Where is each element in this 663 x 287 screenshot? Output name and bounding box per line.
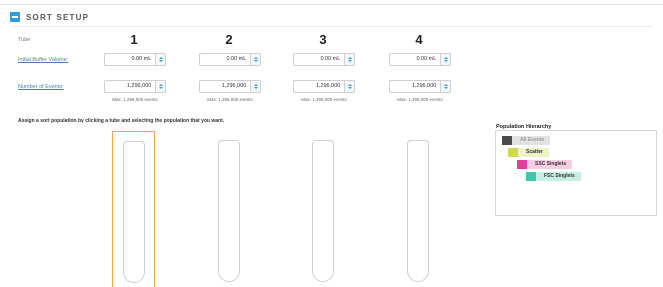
tube-number-3: 3 [319,32,327,47]
tube-icon[interactable] [218,140,240,282]
tube-number-1: 1 [130,32,138,47]
buffer-volume-input-4[interactable]: 0.00 mL [389,53,441,66]
population-swatch-icon [508,148,518,157]
stepper-arrows-icon[interactable] [344,80,355,93]
collapse-icon[interactable] [10,12,20,22]
population-label: All Events [512,136,551,145]
buffer-volume-input-3[interactable]: 0.00 mL [293,53,345,66]
top-divider [0,4,663,5]
population-label: Scatter [518,148,549,157]
buffer-volume-stepper-3[interactable]: 0.00 mL [293,53,355,66]
max-events-note-1: Max: 1,296,000 events [112,97,158,102]
tube-2[interactable] [208,131,251,287]
stepper-arrows-icon[interactable] [155,53,166,66]
events-input-2[interactable]: 1,296,000 [199,80,251,93]
stepper-arrows-icon[interactable] [250,80,261,93]
tube-row-label: Tube [18,37,31,43]
stepper-arrows-icon[interactable] [344,53,355,66]
events-stepper-4[interactable]: 1,296,000 [389,80,451,93]
buffer-volume-stepper-1[interactable]: 0.00 mL [104,53,166,66]
header-divider [10,26,653,27]
stepper-arrows-icon[interactable] [250,53,261,66]
sort-instruction: Assign a sort population by clicking a t… [18,118,225,124]
population-hierarchy-panel: All Events Scatter SSC Singlets FSC Sing… [495,130,657,216]
tube-icon[interactable] [407,140,429,282]
events-input-4[interactable]: 1,296,000 [389,80,441,93]
population-label: FSC Singlets [536,172,581,181]
population-ssc-singlets[interactable]: SSC Singlets [517,160,573,169]
max-events-note-3: Max: 1,296,000 events [301,97,347,102]
tube-icon[interactable] [123,141,145,283]
sort-setup-header[interactable]: SORT SETUP [10,12,89,22]
max-events-note-2: Max: 1,296,000 events [207,97,253,102]
tube-3[interactable] [302,131,345,287]
tube-1[interactable] [112,131,155,287]
tube-number-2: 2 [225,32,233,47]
max-events-note-4: Max: 1,296,000 events [397,97,443,102]
number-of-events-label[interactable]: Number of Events: [18,84,64,90]
events-input-1[interactable]: 1,296,000 [104,80,156,93]
buffer-volume-input-1[interactable]: 0.00 mL [104,53,156,66]
tube-number-4: 4 [415,32,423,47]
events-stepper-2[interactable]: 1,296,000 [199,80,261,93]
stepper-arrows-icon[interactable] [155,80,166,93]
events-stepper-1[interactable]: 1,296,000 [104,80,166,93]
population-scatter[interactable]: Scatter [508,148,549,157]
section-title: SORT SETUP [26,12,90,22]
events-input-3[interactable]: 1,296,000 [293,80,345,93]
buffer-volume-label[interactable]: Initial Buffer Volume: [18,57,68,63]
population-swatch-icon [502,136,512,145]
events-stepper-3[interactable]: 1,296,000 [293,80,355,93]
buffer-volume-stepper-4[interactable]: 0.00 mL [389,53,451,66]
stepper-arrows-icon[interactable] [440,53,451,66]
stepper-arrows-icon[interactable] [440,80,451,93]
population-all-events[interactable]: All Events [502,136,551,145]
population-fsc-singlets[interactable]: FSC Singlets [526,172,581,181]
buffer-volume-stepper-2[interactable]: 0.00 mL [199,53,261,66]
population-label: SSC Singlets [527,160,573,169]
buffer-volume-input-2[interactable]: 0.00 mL [199,53,251,66]
population-swatch-icon [526,172,536,181]
tube-4[interactable] [397,131,440,287]
population-swatch-icon [517,160,527,169]
tube-icon[interactable] [312,140,334,282]
